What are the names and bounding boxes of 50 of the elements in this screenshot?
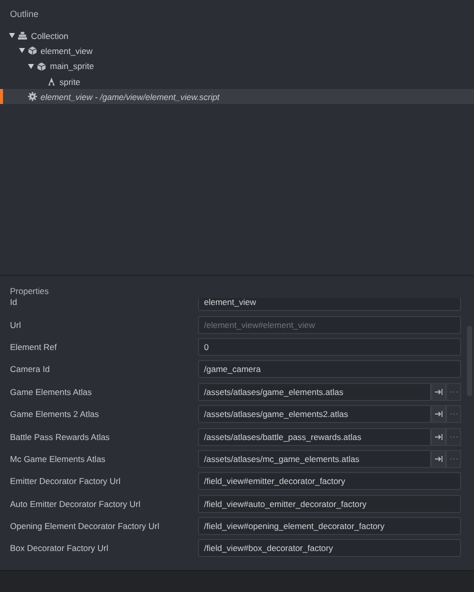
- collection-icon: [18, 31, 27, 40]
- property-label: Opening Element Decorator Factory Url: [9, 521, 160, 532]
- open-resource-button[interactable]: [431, 405, 446, 424]
- collapse-icon[interactable]: [28, 64, 34, 69]
- tree-item[interactable]: element_view - /game/view/element_view.script: [0, 89, 474, 104]
- property-field[interactable]: /field_view#box_decorator_factory: [198, 539, 461, 558]
- tree-item[interactable]: main_sprite: [0, 58, 474, 74]
- sprite-icon: [46, 77, 56, 86]
- property-label: Element Ref: [9, 342, 58, 352]
- jump-icon: [434, 434, 442, 440]
- tree-item[interactable]: element_view: [0, 43, 474, 59]
- open-resource-button[interactable]: [431, 450, 446, 468]
- cube-icon: [37, 62, 46, 71]
- gear-icon: [28, 92, 36, 102]
- property-field[interactable]: element_view: [198, 298, 461, 312]
- property-field[interactable]: /assets/atlases/battle_pass_rewards.atlas: [198, 428, 431, 446]
- tree-item[interactable]: sprite: [0, 74, 474, 90]
- property-field[interactable]: /assets/atlases/game_elements2.atlas: [198, 405, 431, 424]
- property-field[interactable]: /field_view#emitter_decorator_factory: [198, 472, 461, 490]
- property-field[interactable]: /field_view#auto_emitter_decorator_factory: [198, 494, 461, 513]
- property-label: Mc Game Elements Atlas: [9, 454, 106, 464]
- more-icon: [450, 458, 458, 460]
- cube-icon: [28, 46, 36, 56]
- jump-icon: [434, 388, 442, 395]
- more-icon: [450, 413, 458, 416]
- property-label: Game Elements Atlas: [9, 386, 93, 397]
- property-field[interactable]: /field_view#opening_element_decorator_factory: [198, 517, 461, 536]
- property-label: Box Decorator Factory Url: [9, 543, 110, 554]
- property-label: Camera Id: [9, 364, 51, 374]
- property-label: Id: [9, 298, 18, 308]
- more-icon: [450, 436, 458, 438]
- property-field[interactable]: /assets/atlases/mc_game_elements.atlas: [198, 450, 431, 468]
- panel-title: Outline: [9, 8, 40, 21]
- property-field[interactable]: /assets/atlases/game_elements.atlas: [198, 382, 431, 401]
- open-resource-button[interactable]: [431, 382, 446, 401]
- open-resource-button[interactable]: [431, 428, 446, 446]
- tree-item[interactable]: Collection: [0, 28, 474, 44]
- property-field[interactable]: 0: [198, 338, 461, 356]
- property-label: Game Elements 2 Atlas: [9, 409, 100, 420]
- property-label: Url: [9, 320, 22, 330]
- jump-icon: [434, 411, 442, 418]
- property-field[interactable]: /game_camera: [198, 360, 461, 378]
- property-label: Auto Emitter Decorator Factory Url: [9, 498, 142, 509]
- more-icon: [450, 390, 458, 393]
- property-label: Emitter Decorator Factory Url: [9, 476, 122, 486]
- property-label: Battle Pass Rewards Atlas: [9, 432, 111, 442]
- panel-title: Properties: [9, 285, 50, 296]
- collapse-icon[interactable]: [18, 48, 24, 54]
- jump-icon: [434, 456, 442, 462]
- collapse-icon[interactable]: [9, 33, 15, 38]
